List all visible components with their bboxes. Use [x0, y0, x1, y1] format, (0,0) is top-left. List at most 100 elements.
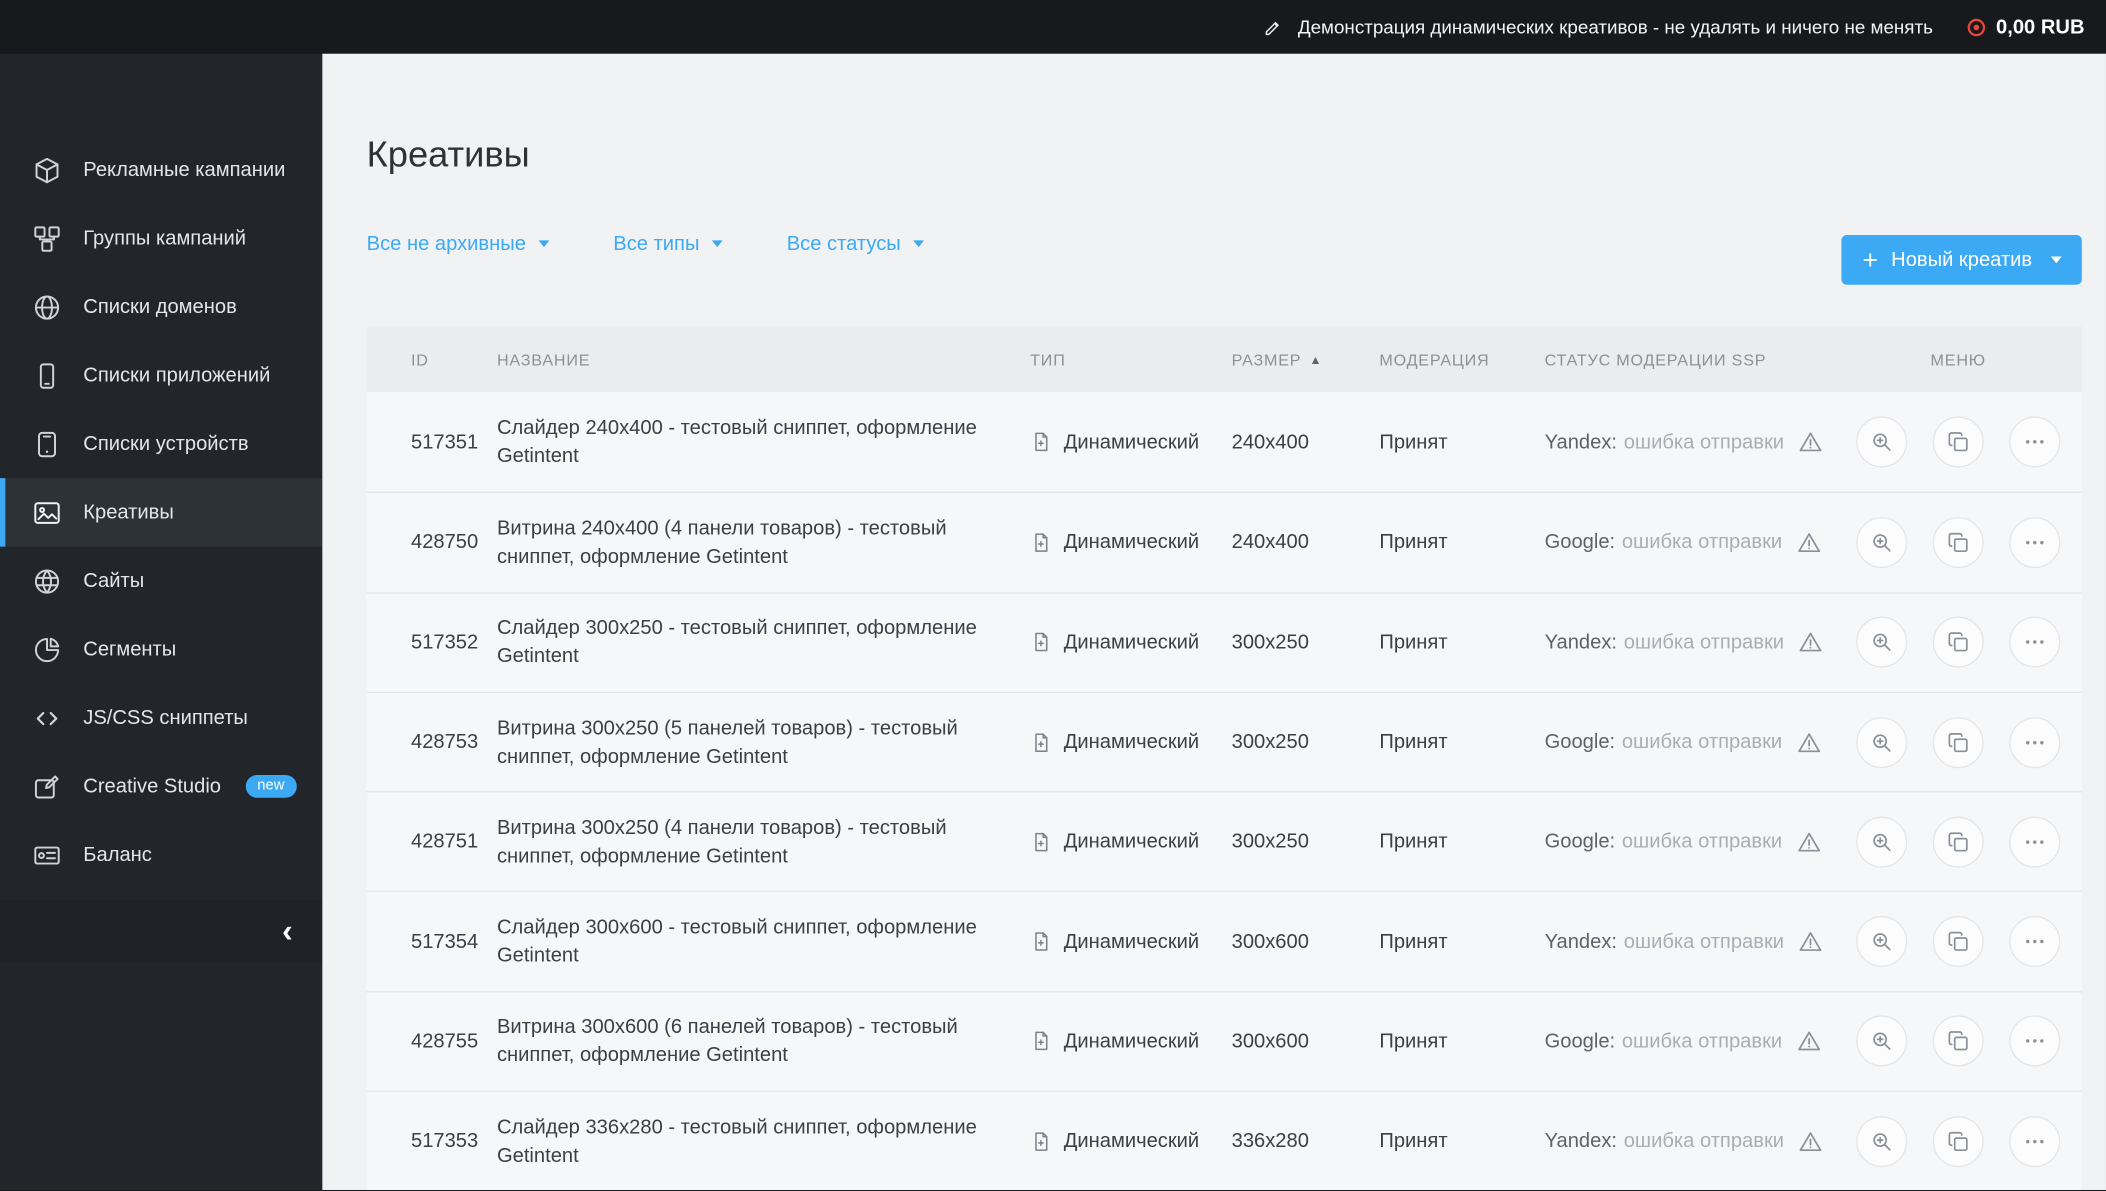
warning-icon	[1797, 830, 1821, 854]
more-actions-button[interactable]	[2009, 416, 2061, 468]
creative-type-label: Динамический	[1063, 430, 1200, 454]
new-badge: new	[245, 774, 297, 798]
code-icon	[32, 703, 62, 733]
duplicate-button[interactable]	[1932, 1115, 1984, 1167]
preview-button[interactable]	[1856, 816, 1908, 868]
preview-button[interactable]	[1856, 1115, 1908, 1167]
chevron-down-icon	[711, 239, 723, 247]
ssp-status-text: ошибка отправки	[1623, 930, 1785, 954]
zoom-plus-icon	[1870, 530, 1894, 554]
plus-icon	[1862, 251, 1879, 268]
zoom-plus-icon	[1870, 630, 1894, 654]
duplicate-button[interactable]	[1932, 1015, 1984, 1067]
more-actions-button[interactable]	[2009, 1115, 2061, 1167]
creative-type-label: Динамический	[1063, 930, 1200, 954]
ssp-network: Google:	[1544, 531, 1616, 554]
creative-size: 336x280	[1231, 1129, 1309, 1153]
header-ssp-status[interactable]: СТАТУС МОДЕРАЦИИ SSP	[1545, 350, 1835, 369]
preview-button[interactable]	[1856, 616, 1908, 668]
row-actions	[1835, 517, 2082, 569]
creative-name: Слайдер 300x600 - тестовый сниппет, офор…	[496, 916, 977, 968]
ellipsis-icon	[2023, 1029, 2047, 1053]
target-icon	[1965, 15, 1988, 38]
preview-button[interactable]	[1856, 716, 1908, 768]
globe-icon	[32, 292, 62, 322]
duplicate-button[interactable]	[1932, 916, 1984, 968]
copy-icon	[1946, 630, 1970, 654]
row-actions	[1835, 816, 2082, 868]
ssp-status-cell: Yandex: ошибка отправки	[1545, 930, 1835, 954]
cube-icon	[32, 155, 62, 185]
header-name[interactable]: НАЗВАНИЕ	[497, 350, 1030, 369]
sidebar-item-label: Сайты	[83, 569, 145, 593]
edit-pencil-icon[interactable]	[1264, 17, 1284, 37]
ssp-status-cell: Google: ошибка отправки	[1545, 530, 1835, 554]
new-creative-button[interactable]: Новый креатив	[1841, 235, 2082, 285]
sidebar-item-creative-studio[interactable]: Creative Studio new	[0, 752, 322, 820]
preview-button[interactable]	[1856, 416, 1908, 468]
duplicate-button[interactable]	[1932, 716, 1984, 768]
sidebar-item-label: Баланс	[83, 843, 152, 867]
image-icon	[32, 498, 62, 528]
sidebar-item-device-lists[interactable]: Списки устройств	[0, 410, 322, 478]
app-window: Демонстрация динамических креативов - не…	[0, 0, 2106, 1191]
copy-icon	[1946, 730, 1970, 754]
sidebar-item-domain-lists[interactable]: Списки доменов	[0, 273, 322, 341]
header-size-label: РАЗМЕР	[1231, 349, 1302, 369]
warning-icon	[1797, 1029, 1821, 1053]
ssp-status-cell: Yandex: ошибка отправки	[1545, 430, 1835, 454]
creative-id: 517352	[410, 630, 479, 654]
duplicate-button[interactable]	[1932, 416, 1984, 468]
table-row: 517352 Слайдер 300x250 - тестовый сниппе…	[366, 591, 2082, 692]
filter-statuses[interactable]: Все статусы	[787, 232, 924, 255]
sidebar-item-balance[interactable]: Баланс	[0, 821, 322, 889]
chevron-down-icon	[912, 239, 924, 247]
creative-size: 300x600	[1231, 930, 1309, 954]
duplicate-button[interactable]	[1932, 517, 1984, 569]
filter-label: Все не архивные	[366, 231, 526, 255]
header-size[interactable]: РАЗМЕР ▲	[1232, 350, 1380, 369]
sidebar-item-label: Сегменты	[83, 637, 177, 661]
warning-icon	[1799, 930, 1823, 954]
duplicate-button[interactable]	[1932, 816, 1984, 868]
creative-size: 300x250	[1231, 730, 1309, 754]
sidebar-collapse-bar: ‹	[0, 899, 323, 964]
creative-name: Слайдер 336x280 - тестовый сниппет, офор…	[496, 1115, 977, 1167]
more-actions-button[interactable]	[2009, 816, 2061, 868]
sidebar-item-label: JS/CSS сниппеты	[83, 706, 248, 730]
header-type[interactable]: ТИП	[1030, 350, 1231, 369]
more-actions-button[interactable]	[2009, 1015, 2061, 1067]
collapse-sidebar-icon[interactable]: ‹	[282, 915, 293, 947]
preview-button[interactable]	[1856, 517, 1908, 569]
zoom-plus-icon	[1870, 730, 1894, 754]
preview-button[interactable]	[1856, 1015, 1908, 1067]
more-actions-button[interactable]	[2009, 517, 2061, 569]
more-actions-button[interactable]	[2009, 716, 2061, 768]
ssp-status-text: ошибка отправки	[1621, 830, 1783, 854]
copy-icon	[1946, 930, 1970, 954]
sidebar-item-segments[interactable]: Сегменты	[0, 615, 322, 683]
header-id[interactable]: ID	[411, 350, 497, 369]
world-icon	[32, 566, 62, 596]
sidebar-item-creatives[interactable]: Креативы	[0, 478, 323, 547]
header-menu: МЕНЮ	[1930, 349, 1986, 369]
sidebar-item-ad-campaigns[interactable]: Рекламные кампании	[0, 136, 322, 204]
sort-asc-icon: ▲	[1309, 352, 1323, 366]
sidebar-item-app-lists[interactable]: Списки приложений	[0, 341, 322, 409]
row-actions	[1835, 1015, 2082, 1067]
filter-types[interactable]: Все типы	[613, 232, 723, 255]
warning-icon	[1797, 730, 1821, 754]
creative-type: Динамический	[1030, 730, 1231, 754]
header-moderation[interactable]: МОДЕРАЦИЯ	[1379, 350, 1544, 369]
filter-archive-state[interactable]: Все не архивные	[367, 232, 549, 255]
row-actions	[1835, 416, 2082, 468]
duplicate-button[interactable]	[1932, 616, 1984, 668]
page-title: Креативы	[366, 134, 530, 175]
more-actions-button[interactable]	[2009, 616, 2061, 668]
preview-button[interactable]	[1856, 916, 1908, 968]
dynamic-creative-doc-icon	[1030, 430, 1051, 454]
sidebar-item-sites[interactable]: Сайты	[0, 547, 322, 615]
sidebar-item-campaign-groups[interactable]: Группы кампаний	[0, 204, 322, 272]
more-actions-button[interactable]	[2009, 916, 2061, 968]
sidebar-item-js-css-snippets[interactable]: JS/CSS сниппеты	[0, 684, 322, 752]
